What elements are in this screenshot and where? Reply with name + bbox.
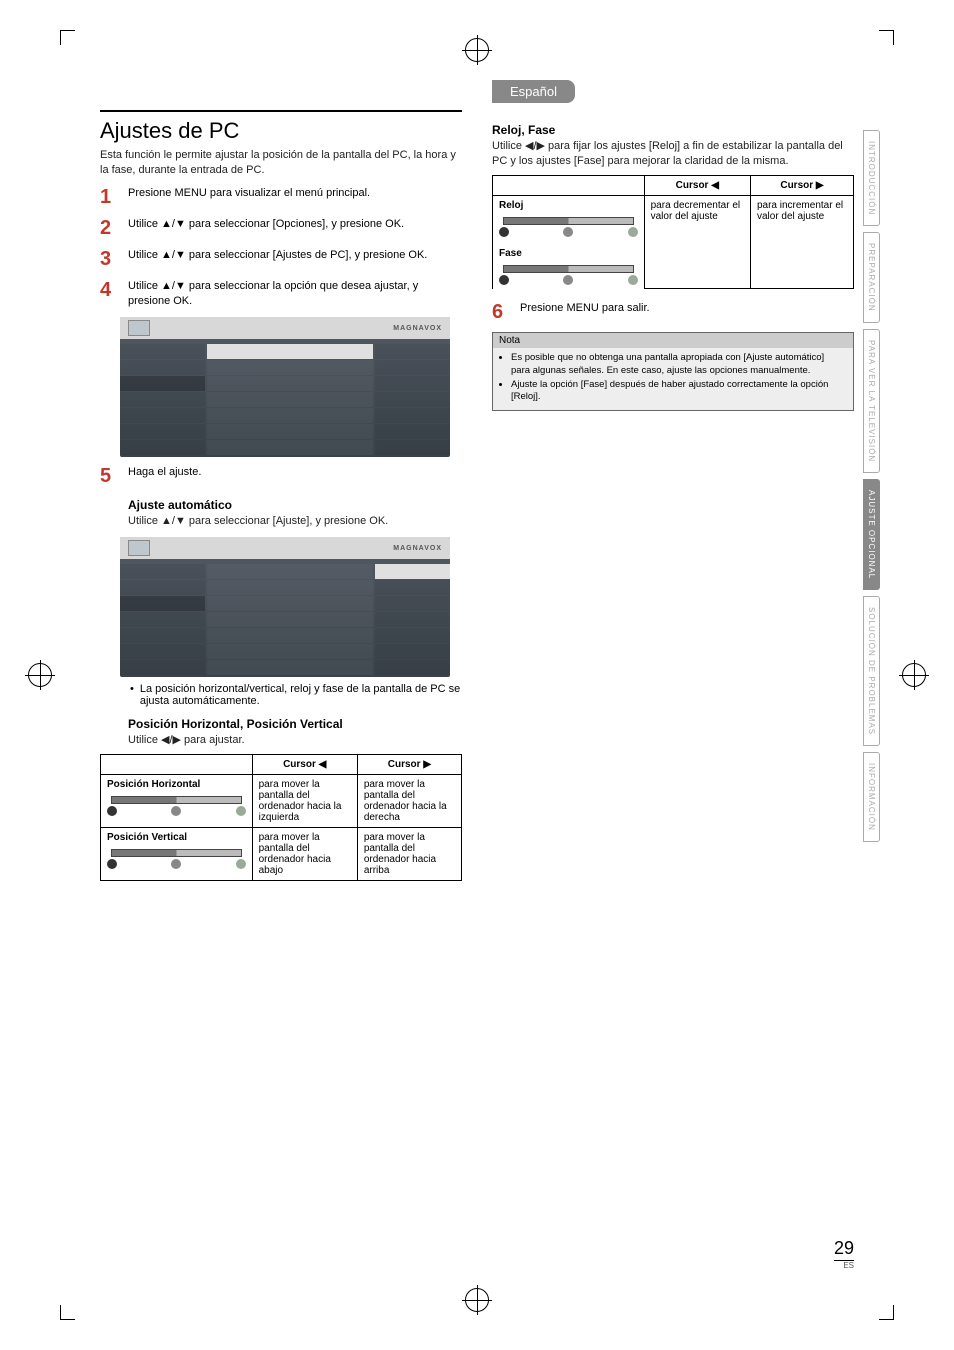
step-number: 2 — [100, 217, 118, 240]
language-tab: Español — [492, 80, 575, 103]
slider-horizontal — [107, 796, 246, 816]
reloj-fase-table: Cursor ◀ Cursor ▶ Reloj Fase — [492, 175, 854, 290]
step-number: 4 — [100, 279, 118, 302]
steps-list-2: 5 Haga el ajuste. — [100, 465, 462, 488]
reloj-fase-heading: Reloj, Fase — [492, 123, 854, 137]
crop-mark — [60, 30, 75, 45]
side-tabs: INTRODUCCIÓN PREPARACIÓN PARA VER LA TEL… — [863, 130, 880, 842]
row-reloj-label: Reloj — [499, 200, 523, 211]
step-number: 6 — [492, 301, 510, 324]
row-pos-h-label: Posición Horizontal — [107, 779, 200, 790]
tab-informacion[interactable]: INFORMACIÓN — [863, 752, 880, 842]
page-lang: ES — [834, 1261, 854, 1270]
tab-preparacion[interactable]: PREPARACIÓN — [863, 232, 880, 323]
position-heading: Posición Horizontal, Posición Vertical — [128, 717, 462, 731]
step-2-text: Utilice ▲/▼ para seleccionar [Opciones],… — [128, 217, 462, 232]
left-column: Ajustes de PC Esta función le permite aj… — [100, 80, 462, 881]
reloj-fase-text: Utilice ◀/▶ para fijar los ajustes [Relo… — [492, 139, 854, 169]
auto-adjust-bullet: La posición horizontal/vertical, reloj y… — [130, 683, 462, 707]
tab-solucion-problemas[interactable]: SOLUCIÓN DE PROBLEMAS — [863, 596, 880, 746]
slider-reloj — [499, 217, 638, 237]
note-title: Nota — [493, 333, 853, 348]
row-fase-label: Fase — [499, 248, 522, 259]
th-cursor-left: Cursor ◀ — [644, 175, 750, 195]
page-number-block: 29 ES — [834, 1238, 854, 1270]
menu-screenshot-1: MAGNAVOX — [120, 317, 450, 457]
auto-adjust-heading: Ajuste automático — [128, 498, 462, 512]
step-1-text: Presione MENU para visualizar el menú pr… — [128, 186, 462, 201]
page-number: 29 — [834, 1238, 854, 1261]
row-pos-v-label: Posición Vertical — [107, 832, 187, 843]
registration-mark-icon — [28, 663, 52, 687]
cell-reloj-right: para incrementar el valor del ajuste — [750, 195, 853, 289]
step-number: 5 — [100, 465, 118, 488]
auto-adjust-text: Utilice ▲/▼ para seleccionar [Ajuste], y… — [128, 514, 462, 529]
steps-list: 1 Presione MENU para visualizar el menú … — [100, 186, 462, 310]
th-cursor-left: Cursor ◀ — [252, 755, 357, 775]
cell-reloj-left: para decrementar el valor del ajuste — [644, 195, 750, 289]
registration-mark-icon — [465, 1288, 489, 1312]
step-number: 3 — [100, 248, 118, 271]
menu-screenshot-2: MAGNAVOX — [120, 537, 450, 677]
cell-pos-h-left: para mover la pantalla del ordenador hac… — [252, 775, 357, 828]
th-cursor-right: Cursor ▶ — [750, 175, 853, 195]
tab-ver-tv[interactable]: PARA VER LA TELEVISIÓN — [863, 329, 880, 473]
registration-mark-icon — [902, 663, 926, 687]
note-item-2: Ajuste la opción [Fase] después de haber… — [511, 379, 845, 404]
right-column: Español Reloj, Fase Utilice ◀/▶ para fij… — [492, 80, 854, 881]
note-item-1: Es posible que no obtenga una pantalla a… — [511, 352, 845, 377]
cell-pos-v-left: para mover la pantalla del ordenador hac… — [252, 828, 357, 881]
intro-text: Esta función le permite ajustar la posic… — [100, 148, 462, 178]
crop-mark — [879, 30, 894, 45]
th-cursor-right: Cursor ▶ — [357, 755, 461, 775]
tv-icon — [128, 540, 150, 556]
note-box: Nota Es posible que no obtenga una panta… — [492, 332, 854, 410]
step-3-text: Utilice ▲/▼ para seleccionar [Ajustes de… — [128, 248, 462, 263]
step-number: 1 — [100, 186, 118, 209]
registration-mark-icon — [465, 38, 489, 62]
position-text: Utilice ◀/▶ para ajustar. — [128, 733, 462, 748]
step-5-text: Haga el ajuste. — [128, 465, 462, 480]
steps-list-3: 6 Presione MENU para salir. — [492, 301, 854, 324]
slider-fase — [499, 265, 638, 285]
cell-pos-h-right: para mover la pantalla del ordenador hac… — [357, 775, 461, 828]
cell-pos-v-right: para mover la pantalla del ordenador hac… — [357, 828, 461, 881]
position-table: Cursor ◀ Cursor ▶ Posición Horizontal pa… — [100, 754, 462, 881]
tv-icon — [128, 320, 150, 336]
crop-mark — [60, 1305, 75, 1320]
step-6-text: Presione MENU para salir. — [520, 301, 854, 316]
tab-ajuste-opcional[interactable]: AJUSTE OPCIONAL — [863, 479, 880, 590]
crop-mark — [879, 1305, 894, 1320]
slider-vertical — [107, 849, 246, 869]
tab-introduccion[interactable]: INTRODUCCIÓN — [863, 130, 880, 226]
step-4-text: Utilice ▲/▼ para seleccionar la opción q… — [128, 279, 462, 310]
brand-logo: MAGNAVOX — [393, 325, 442, 332]
brand-logo: MAGNAVOX — [393, 545, 442, 552]
page-title: Ajustes de PC — [100, 110, 462, 144]
page-content: INTRODUCCIÓN PREPARACIÓN PARA VER LA TEL… — [100, 80, 854, 1270]
